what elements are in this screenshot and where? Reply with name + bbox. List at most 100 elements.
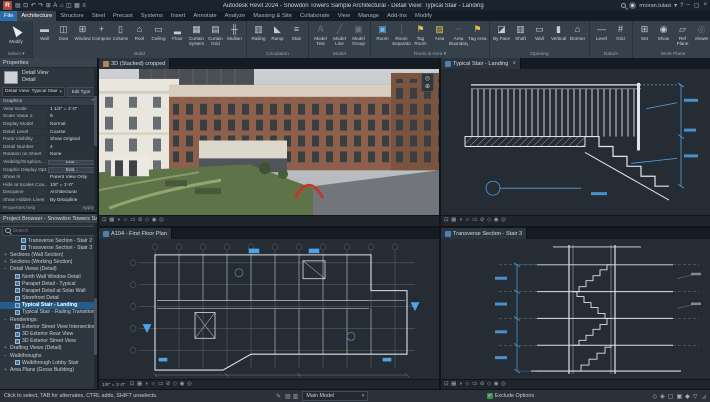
- view-control-icon[interactable]: ⊡: [130, 382, 135, 388]
- ribbon-button[interactable]: ◪ By Face: [492, 22, 511, 51]
- ribbon-button[interactable]: ⌂ Roof: [130, 22, 149, 51]
- browser-item[interactable]: Exterior Street View Intersection: [0, 323, 97, 330]
- ribbon-tab[interactable]: Steel: [88, 11, 109, 21]
- browser-item[interactable]: − Renderings:: [0, 316, 97, 323]
- ribbon-button[interactable]: ◎ Viewer: [692, 22, 710, 51]
- ribbon-button[interactable]: ≡ Stair: [287, 22, 306, 51]
- browser-item[interactable]: North Wall Window Detail: [0, 273, 97, 280]
- ribbon-tab[interactable]: Insert: [167, 11, 190, 21]
- browser-item[interactable]: + Area Plans (Gross Building): [0, 366, 97, 373]
- ribbon-tab[interactable]: Manage: [354, 11, 383, 21]
- view-control-icon[interactable]: ⊡: [444, 218, 449, 224]
- browser-item[interactable]: − Detail Views (Detail): [0, 266, 97, 273]
- ribbon-button[interactable]: ▥ Railing: [249, 22, 268, 51]
- ribbon-button[interactable]: ╱ Model Line: [330, 22, 349, 51]
- browser-search-box[interactable]: [2, 226, 95, 236]
- ribbon-button[interactable]: ┊ Room Separator: [392, 22, 411, 51]
- search-input[interactable]: [13, 228, 93, 234]
- ribbon-button[interactable]: ▭ Wall: [530, 22, 549, 51]
- panel-label-select[interactable]: Select ▾: [0, 51, 32, 58]
- browser-item[interactable]: 3D Exterior Street View: [0, 338, 97, 345]
- expand-icon[interactable]: +: [3, 252, 8, 258]
- view-control-icon[interactable]: ▭: [472, 218, 477, 224]
- view-control-icon[interactable]: ◇: [145, 218, 149, 224]
- view-tab-plan[interactable]: A104 - First Floor Plan: [99, 228, 172, 239]
- selection-toggle-icon[interactable]: ◈: [660, 393, 665, 400]
- browser-item[interactable]: + Sections (Wall Section): [0, 251, 97, 258]
- view-control-icon[interactable]: ☼: [123, 218, 128, 224]
- ribbon-tab[interactable]: Modify: [411, 11, 436, 21]
- expand-icon[interactable]: −: [3, 317, 8, 323]
- minimize-button[interactable]: –: [686, 2, 689, 9]
- qat-icon[interactable]: ▤: [15, 3, 21, 9]
- view-control-icon[interactable]: ⊘: [480, 218, 485, 224]
- qat-icon[interactable]: ⌂: [60, 3, 64, 9]
- user-avatar[interactable]: [629, 2, 636, 9]
- ribbon-tab[interactable]: Structure: [56, 11, 88, 21]
- property-row[interactable]: Scale Value 1: 8: [0, 114, 97, 122]
- view-control-icon[interactable]: ⊘: [166, 382, 171, 388]
- view-tab-stair[interactable]: Typical Stair - Landing ×: [441, 58, 521, 69]
- ribbon-button[interactable]: ▦ Curtain System: [187, 22, 206, 51]
- qat-icon[interactable]: ↶: [31, 3, 36, 9]
- view-control-icon[interactable]: ☼: [151, 382, 156, 388]
- view-control-icon[interactable]: ⊘: [480, 382, 485, 388]
- view-control-icon[interactable]: ⊡: [444, 382, 449, 388]
- zoom-icon[interactable]: ⊕: [425, 83, 430, 90]
- property-row[interactable]: View Scale 1 1/2" = 1'-0": [0, 106, 97, 114]
- revit-app-icon[interactable]: R: [3, 1, 12, 10]
- qat-icon[interactable]: ≡: [82, 3, 86, 9]
- ribbon-tab[interactable]: Analyze: [221, 11, 250, 21]
- workset-icon[interactable]: ▥: [293, 393, 299, 400]
- view-control-icon[interactable]: ◉: [494, 382, 499, 388]
- ribbon-button[interactable]: ▯ Column: [111, 22, 130, 51]
- ribbon-tab[interactable]: Add-Ins: [383, 11, 411, 21]
- close-tab-icon[interactable]: ×: [510, 61, 516, 67]
- browser-item[interactable]: Parapet Detail - Typical: [0, 280, 97, 287]
- ribbon-tab[interactable]: Architecture: [17, 11, 56, 21]
- view-control-icon[interactable]: ▦: [451, 382, 456, 388]
- ribbon-button[interactable]: ┄ Area Boundary: [449, 22, 468, 51]
- ribbon-button[interactable]: ⚑ Tag Area: [468, 22, 487, 51]
- graphics-group-header[interactable]: Graphics^: [0, 97, 97, 106]
- browser-item[interactable]: Transverse Section - Stair 2: [0, 237, 97, 244]
- ribbon-tab[interactable]: Collaborate: [296, 11, 334, 21]
- ribbon-button[interactable]: ▂ Floor: [168, 22, 187, 51]
- view-control-icon[interactable]: ▦: [137, 382, 142, 388]
- view-control-icon[interactable]: ◇: [487, 382, 491, 388]
- expand-icon[interactable]: +: [3, 367, 8, 373]
- ribbon-button[interactable]: ▬ Wall: [35, 22, 54, 51]
- properties-help-link[interactable]: Properties help: [3, 206, 35, 211]
- browser-item[interactable]: Parapet Detail at Solar Wall: [0, 287, 97, 294]
- active-workset-selector[interactable]: Main Model ▾: [302, 391, 368, 401]
- ribbon-button[interactable]: + Component: [92, 22, 111, 51]
- view-control-icon[interactable]: ◇: [173, 382, 177, 388]
- user-name[interactable]: rmoran.tulasi: [639, 3, 671, 9]
- project-browser-header[interactable]: Project Browser - Snowdon Towers Sample …: [0, 214, 97, 224]
- selection-toggle-icon[interactable]: ▽: [693, 393, 698, 400]
- view-control-icon[interactable]: ◎: [159, 218, 164, 224]
- property-row[interactable]: Visibility/Graphics... Edit...: [0, 159, 97, 167]
- ribbon-tab[interactable]: Annotate: [189, 11, 220, 21]
- close-button[interactable]: ×: [703, 2, 707, 9]
- exclude-options-checkbox[interactable]: ✓ Exclude Options: [487, 393, 534, 399]
- view-tab-section[interactable]: Transverse Section - Stair 3: [441, 228, 527, 239]
- property-row[interactable]: Rotation on Sheet None: [0, 152, 97, 160]
- property-row[interactable]: Graphic Display Opt... Edit...: [0, 167, 97, 175]
- browser-item[interactable]: + Drafting Views (Detail): [0, 345, 97, 352]
- ribbon-tab[interactable]: File: [0, 11, 17, 21]
- apply-button[interactable]: Apply: [82, 206, 94, 211]
- view-tab-3d[interactable]: 3D (Stacked) cropped: [99, 58, 170, 69]
- qat-icon[interactable]: ▦: [74, 3, 80, 9]
- ribbon-button[interactable]: ▣ Model Group: [349, 22, 368, 51]
- property-row[interactable]: Show In Parent View Only: [0, 174, 97, 182]
- navigation-bar[interactable]: ◎ ⊕: [421, 73, 434, 92]
- qat-icon[interactable]: ⊞: [46, 3, 51, 9]
- ribbon-button[interactable]: ▥ Shaft: [511, 22, 530, 51]
- ribbon-button[interactable]: ▮ Vertical: [549, 22, 568, 51]
- ribbon-button[interactable]: ◫ Door: [54, 22, 73, 51]
- selection-toggle-icon[interactable]: ◆: [685, 393, 690, 400]
- workset-icon[interactable]: ▤: [285, 393, 291, 400]
- qat-icon[interactable]: A: [53, 3, 57, 9]
- ribbon-button[interactable]: ◉ Show: [654, 22, 673, 51]
